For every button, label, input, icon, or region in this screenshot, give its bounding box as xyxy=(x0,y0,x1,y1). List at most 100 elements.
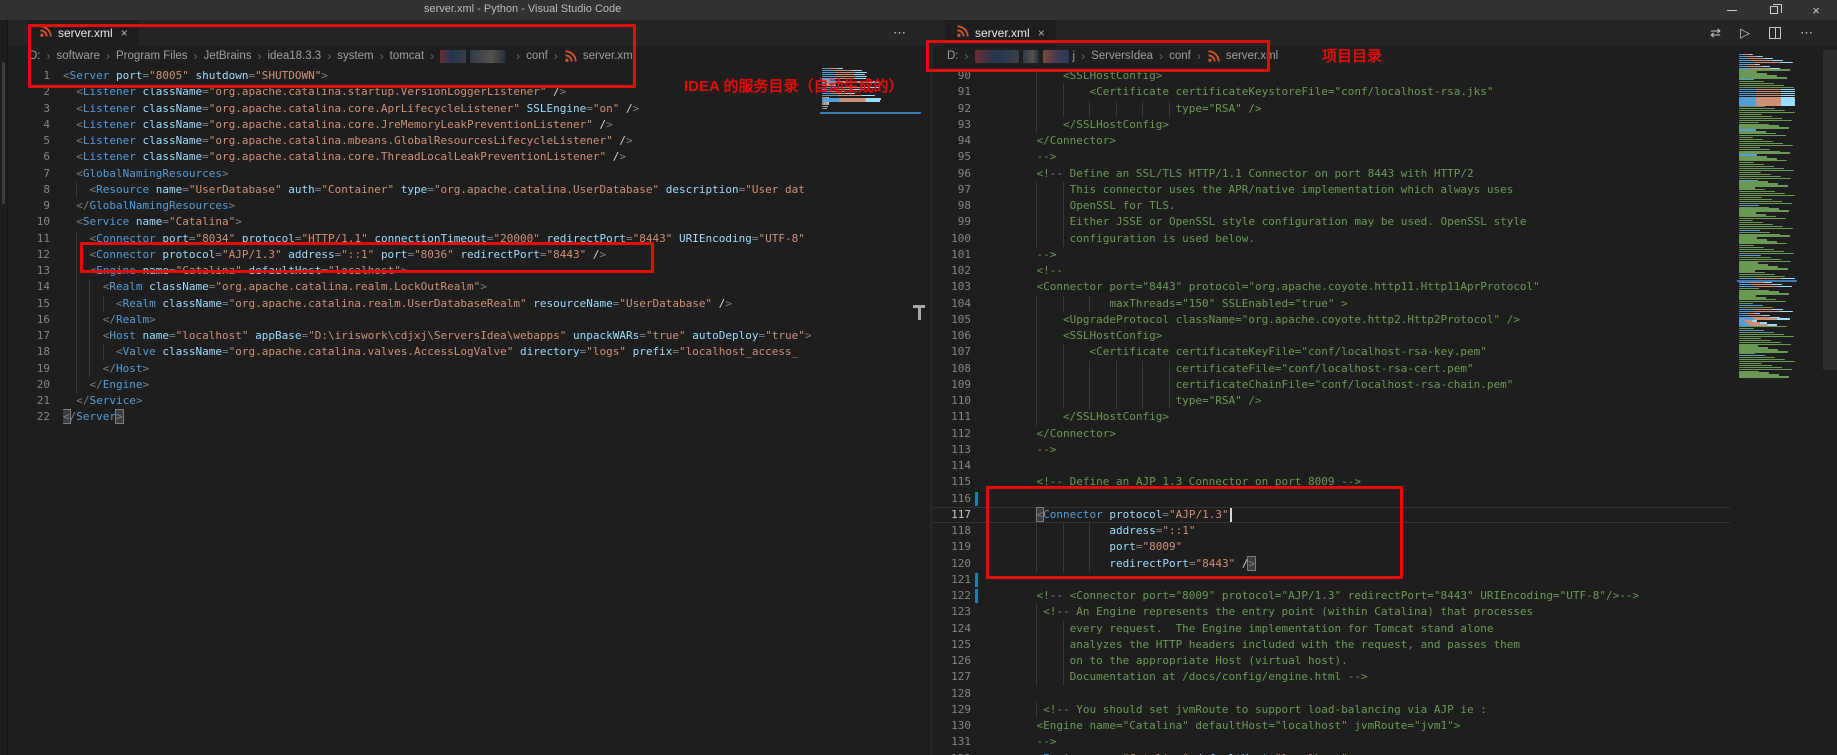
code-line[interactable]: 91 <Certificate certificateKeystoreFile=… xyxy=(933,84,1730,100)
code-line[interactable]: 15 <Realm className="org.apache.catalina… xyxy=(8,296,812,312)
code-line[interactable]: 112 </Connector> xyxy=(933,426,1730,442)
line-number: 116 xyxy=(933,491,971,507)
code-line[interactable]: 7 <GlobalNamingResources> xyxy=(8,166,812,182)
mouse-ibeam-cursor xyxy=(912,305,926,321)
code-line[interactable]: 94 </Connector> xyxy=(933,133,1730,149)
minimize-button[interactable] xyxy=(1711,0,1753,20)
code-line[interactable]: 124 every request. The Engine implementa… xyxy=(933,621,1730,637)
right-editor-actions: ⇄ ▷ ⋯ xyxy=(1710,20,1813,46)
line-number: 11 xyxy=(8,231,50,247)
code-line[interactable]: 125 analyzes the HTTP headers included w… xyxy=(933,637,1730,653)
code-line[interactable]: 16 </Realm> xyxy=(8,312,812,328)
line-number: 6 xyxy=(8,149,50,165)
code-line[interactable]: 9 </GlobalNamingResources> xyxy=(8,198,812,214)
sync-icon[interactable]: ⇄ xyxy=(1710,25,1721,41)
code-line[interactable]: 106 <SSLHostConfig> xyxy=(933,328,1730,344)
line-number: 12 xyxy=(8,247,50,263)
code-line[interactable]: 131 --> xyxy=(933,734,1730,750)
code-line[interactable]: 126 on to the appropriate Host (virtual … xyxy=(933,653,1730,669)
code-line[interactable]: 114 xyxy=(933,458,1730,474)
code-line[interactable]: 103 <Connector port="8443" protocol="org… xyxy=(933,279,1730,295)
code-line[interactable]: 14 <Realm className="org.apache.catalina… xyxy=(8,279,812,295)
code-line[interactable]: 18 <Valve className="org.apache.catalina… xyxy=(8,344,812,360)
minimap-right[interactable] xyxy=(1737,54,1797,388)
line-number: 91 xyxy=(933,84,971,100)
code-line[interactable]: 101 --> xyxy=(933,247,1730,263)
code-line[interactable]: 130 <Engine name="Catalina" defaultHost=… xyxy=(933,718,1730,734)
more-actions-icon[interactable]: ⋯ xyxy=(1800,25,1813,41)
code-line[interactable]: 122 <!-- <Connector port="8009" protocol… xyxy=(933,588,1730,604)
line-number: 17 xyxy=(8,328,50,344)
left-editor-group: server.xml × ⋯ D:›software›Program Files… xyxy=(8,20,930,755)
line-number: 103 xyxy=(933,279,971,295)
code-line[interactable]: 127 Documentation at /docs/config/engine… xyxy=(933,669,1730,685)
code-line[interactable]: 19 </Host> xyxy=(8,361,812,377)
modified-line-marker xyxy=(975,589,978,603)
line-number: 101 xyxy=(933,247,971,263)
editor-right[interactable]: 90 <SSLHostConfig>91 <Certificate certif… xyxy=(933,66,1730,755)
code-line[interactable]: 97 This connector uses the APR/native im… xyxy=(933,182,1730,198)
code-line[interactable]: 95 --> xyxy=(933,149,1730,165)
line-number: 125 xyxy=(933,637,971,653)
line-number: 109 xyxy=(933,377,971,393)
line-number: 99 xyxy=(933,214,971,230)
code-line[interactable]: 123 <!-- An Engine represents the entry … xyxy=(933,604,1730,620)
vertical-scrollbar[interactable] xyxy=(1823,50,1837,370)
code-line[interactable]: 21 </Service> xyxy=(8,393,812,409)
split-editor-icon[interactable] xyxy=(1769,27,1781,39)
code-line[interactable]: 104 maxThreads="150" SSLEnabled="true" > xyxy=(933,296,1730,312)
run-icon[interactable]: ▷ xyxy=(1740,25,1750,41)
code-line[interactable]: 92 type="RSA" /> xyxy=(933,101,1730,117)
code-line[interactable]: 98 OpenSSL for TLS. xyxy=(933,198,1730,214)
line-number: 114 xyxy=(933,458,971,474)
code-line[interactable]: 109 certificateChainFile="conf/localhost… xyxy=(933,377,1730,393)
left-editor-actions: ⋯ xyxy=(893,20,906,46)
line-number: 112 xyxy=(933,426,971,442)
modified-line-marker xyxy=(975,573,978,587)
code-line[interactable]: 107 <Certificate certificateKeyFile="con… xyxy=(933,344,1730,360)
code-line[interactable]: 6 <Listener className="org.apache.catali… xyxy=(8,149,812,165)
code-line[interactable]: 3 <Listener className="org.apache.catali… xyxy=(8,101,812,117)
restore-icon xyxy=(1770,6,1778,14)
code-line[interactable]: 102 <!-- xyxy=(933,263,1730,279)
code-line[interactable]: 110 type="RSA" /> xyxy=(933,393,1730,409)
code-line[interactable]: 5 <Listener className="org.apache.catali… xyxy=(8,133,812,149)
line-number: 4 xyxy=(8,117,50,133)
code-line[interactable]: 17 <Host name="localhost" appBase="D:\ir… xyxy=(8,328,812,344)
line-number: 16 xyxy=(8,312,50,328)
line-number: 111 xyxy=(933,409,971,425)
xml-file-icon xyxy=(956,25,969,41)
code-line[interactable]: 113 --> xyxy=(933,442,1730,458)
annotation-box-ajp-connector-right xyxy=(986,486,1403,579)
line-number: 123 xyxy=(933,604,971,620)
line-number: 94 xyxy=(933,133,971,149)
more-actions-icon[interactable]: ⋯ xyxy=(893,25,906,41)
window-title: server.xml - Python - Visual Studio Code xyxy=(424,3,621,15)
code-line[interactable]: 132 <Engine name="Catalina" defaultHost=… xyxy=(933,751,1730,755)
line-number: 10 xyxy=(8,214,50,230)
code-line[interactable]: 20 </Engine> xyxy=(8,377,812,393)
code-line[interactable]: 10 <Service name="Catalina"> xyxy=(8,214,812,230)
code-line[interactable]: 100 configuration is used below. xyxy=(933,231,1730,247)
code-line[interactable]: 111 </SSLHostConfig> xyxy=(933,409,1730,425)
code-line[interactable]: 128 xyxy=(933,686,1730,702)
code-line[interactable]: 99 Either JSSE or OpenSSL style configur… xyxy=(933,214,1730,230)
restore-button[interactable] xyxy=(1753,0,1795,20)
code-line[interactable]: 93 </SSLHostConfig> xyxy=(933,117,1730,133)
title-bar: server.xml - Python - Visual Studio Code… xyxy=(0,0,1837,20)
line-number: 20 xyxy=(8,377,50,393)
close-button[interactable]: × xyxy=(1795,0,1837,20)
code-line[interactable]: 129 <!-- You should set jvmRoute to supp… xyxy=(933,702,1730,718)
line-number: 9 xyxy=(8,198,50,214)
line-number: 95 xyxy=(933,149,971,165)
code-line[interactable]: 22</Server> xyxy=(8,409,812,425)
code-line[interactable]: 108 certificateFile="conf/localhost-rsa-… xyxy=(933,361,1730,377)
line-number: 21 xyxy=(8,393,50,409)
code-line[interactable]: 105 <UpgradeProtocol className="org.apac… xyxy=(933,312,1730,328)
code-line[interactable]: 96 <!-- Define an SSL/TLS HTTP/1.1 Conne… xyxy=(933,166,1730,182)
code-line[interactable]: 4 <Listener className="org.apache.catali… xyxy=(8,117,812,133)
tab-close-icon[interactable]: × xyxy=(1036,26,1045,40)
code-line[interactable]: 8 <Resource name="UserDatabase" auth="Co… xyxy=(8,182,812,198)
annotation-box-project-path xyxy=(926,40,1270,72)
vscode-window: server.xml - Python - Visual Studio Code… xyxy=(0,0,1837,755)
